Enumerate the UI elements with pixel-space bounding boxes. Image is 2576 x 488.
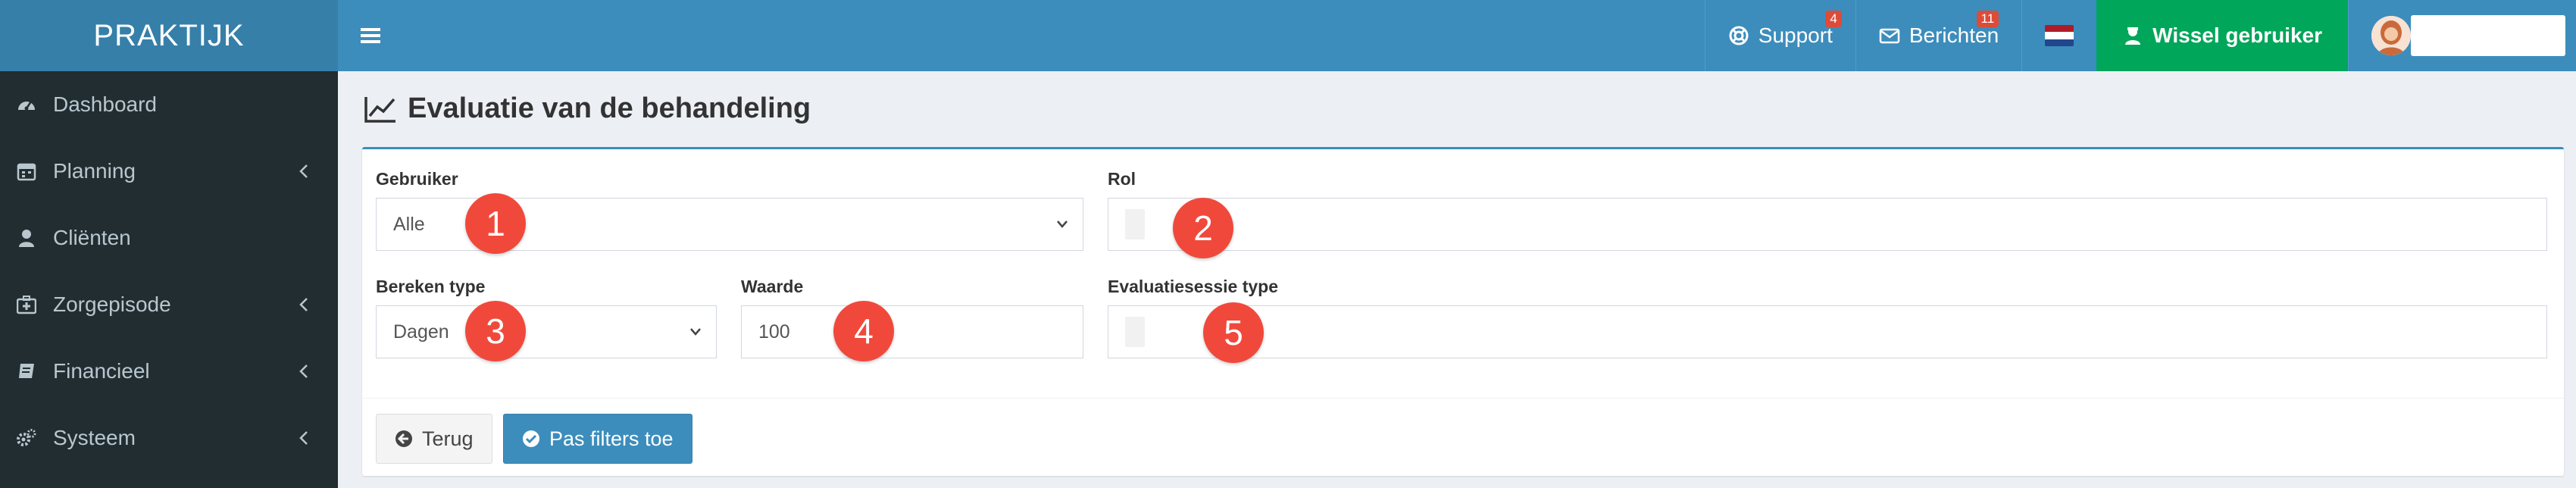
bereken-type-value: Dagen bbox=[393, 321, 449, 343]
apply-filters-label: Pas filters toe bbox=[549, 427, 674, 450]
rol-label: Rol bbox=[1108, 169, 1136, 189]
support-label: Support bbox=[1758, 23, 1833, 47]
rol-placeholder bbox=[1125, 209, 1145, 239]
back-button[interactable]: Terug bbox=[376, 414, 492, 464]
messages-menu[interactable]: Berichten 11 bbox=[1855, 0, 2021, 71]
waarde-value: 100 bbox=[758, 321, 790, 343]
chevron-down-icon bbox=[1057, 221, 1068, 228]
arrow-circle-left-icon bbox=[395, 430, 413, 448]
brand-logo[interactable]: PRAKTIJK bbox=[0, 0, 338, 71]
user-avatar bbox=[2371, 16, 2411, 55]
language-selector[interactable] bbox=[2021, 0, 2096, 71]
navbar: Support 4 Berichten 11 Wissel gebruiker bbox=[338, 0, 2576, 71]
apply-filters-button[interactable]: Pas filters toe bbox=[503, 414, 692, 464]
envelope-icon bbox=[1879, 25, 1900, 46]
marker-2: 2 bbox=[1173, 198, 1233, 258]
sidebar-item-zorgepisode[interactable]: Zorgepisode bbox=[0, 271, 338, 338]
user-icon bbox=[17, 228, 36, 248]
gebruiker-value: Alle bbox=[393, 213, 425, 235]
chevron-down-icon bbox=[690, 328, 701, 336]
line-chart-icon bbox=[364, 95, 397, 124]
back-button-label: Terug bbox=[422, 427, 474, 450]
sidebar-item-planning[interactable]: Planning bbox=[0, 138, 338, 205]
evaluatiesessie-type-placeholder bbox=[1125, 317, 1145, 347]
tachometer-icon bbox=[17, 95, 36, 114]
sidebar-item-clienten[interactable]: Cliënten bbox=[0, 205, 338, 271]
sidebar: Dashboard Planning Cliënten Zorgepisode … bbox=[0, 71, 338, 488]
book-icon bbox=[17, 361, 36, 381]
bars-icon bbox=[361, 28, 380, 43]
switch-user-button[interactable]: Wissel gebruiker bbox=[2096, 0, 2348, 71]
support-badge: 4 bbox=[1825, 11, 1842, 27]
switch-user-label: Wissel gebruiker bbox=[2152, 23, 2322, 47]
main-content: Evaluatie van de behandeling Gebruiker A… bbox=[338, 71, 2576, 488]
user-menu[interactable] bbox=[2348, 0, 2576, 71]
sidebar-item-systeem[interactable]: Systeem bbox=[0, 405, 338, 471]
sidebar-item-label: Cliënten bbox=[53, 226, 131, 249]
sidebar-item-label: Zorgepisode bbox=[53, 292, 171, 316]
bereken-type-label: Bereken type bbox=[376, 277, 486, 296]
filter-box-footer: Terug Pas filters toe bbox=[362, 398, 2564, 478]
sidebar-item-label: Financieel bbox=[53, 359, 150, 383]
chevron-left-icon bbox=[297, 363, 311, 380]
chevron-left-icon bbox=[297, 296, 311, 313]
sidebar-item-financieel[interactable]: Financieel bbox=[0, 338, 338, 405]
user-name-field bbox=[2411, 15, 2565, 56]
chevron-left-icon bbox=[297, 430, 311, 446]
marker-4: 4 bbox=[833, 301, 894, 361]
support-menu[interactable]: Support 4 bbox=[1704, 0, 1855, 71]
page-title: Evaluatie van de behandeling bbox=[408, 92, 811, 124]
navbar-right: Support 4 Berichten 11 Wissel gebruiker bbox=[1704, 0, 2576, 71]
marker-3: 3 bbox=[465, 301, 526, 361]
calendar-icon bbox=[17, 161, 36, 181]
bereken-type-select[interactable]: Dagen bbox=[376, 305, 717, 358]
flag-nl-icon bbox=[2045, 25, 2074, 46]
cogs-icon bbox=[17, 428, 36, 448]
top-navbar: PRAKTIJK Support 4 Berichten 11 Wissel g… bbox=[0, 0, 2576, 71]
marker-5: 5 bbox=[1203, 302, 1264, 363]
page-header: Evaluatie van de behandeling bbox=[364, 92, 811, 125]
waarde-label: Waarde bbox=[741, 277, 804, 296]
sidebar-item-label: Systeem bbox=[53, 426, 136, 449]
gebruiker-label: Gebruiker bbox=[376, 169, 458, 189]
life-ring-icon bbox=[1728, 25, 1749, 46]
waarde-input[interactable]: 100 bbox=[741, 305, 1083, 358]
sidebar-item-label: Dashboard bbox=[53, 92, 157, 116]
evaluatiesessie-type-label: Evaluatiesessie type bbox=[1108, 277, 1279, 296]
rol-select[interactable] bbox=[1108, 198, 2547, 251]
messages-badge: 11 bbox=[1976, 11, 1999, 27]
check-circle-icon bbox=[522, 430, 540, 448]
sidebar-toggle-button[interactable] bbox=[338, 0, 403, 71]
medkit-icon bbox=[17, 295, 36, 314]
sidebar-item-dashboard[interactable]: Dashboard bbox=[0, 71, 338, 138]
filter-box: Gebruiker Alle Rol Bereken type Dagen Wa… bbox=[362, 147, 2564, 476]
chevron-left-icon bbox=[297, 163, 311, 180]
sidebar-item-label: Planning bbox=[53, 159, 136, 183]
marker-1: 1 bbox=[465, 193, 526, 254]
evaluatiesessie-type-select[interactable] bbox=[1108, 305, 2547, 358]
user-secret-icon bbox=[2122, 25, 2143, 46]
